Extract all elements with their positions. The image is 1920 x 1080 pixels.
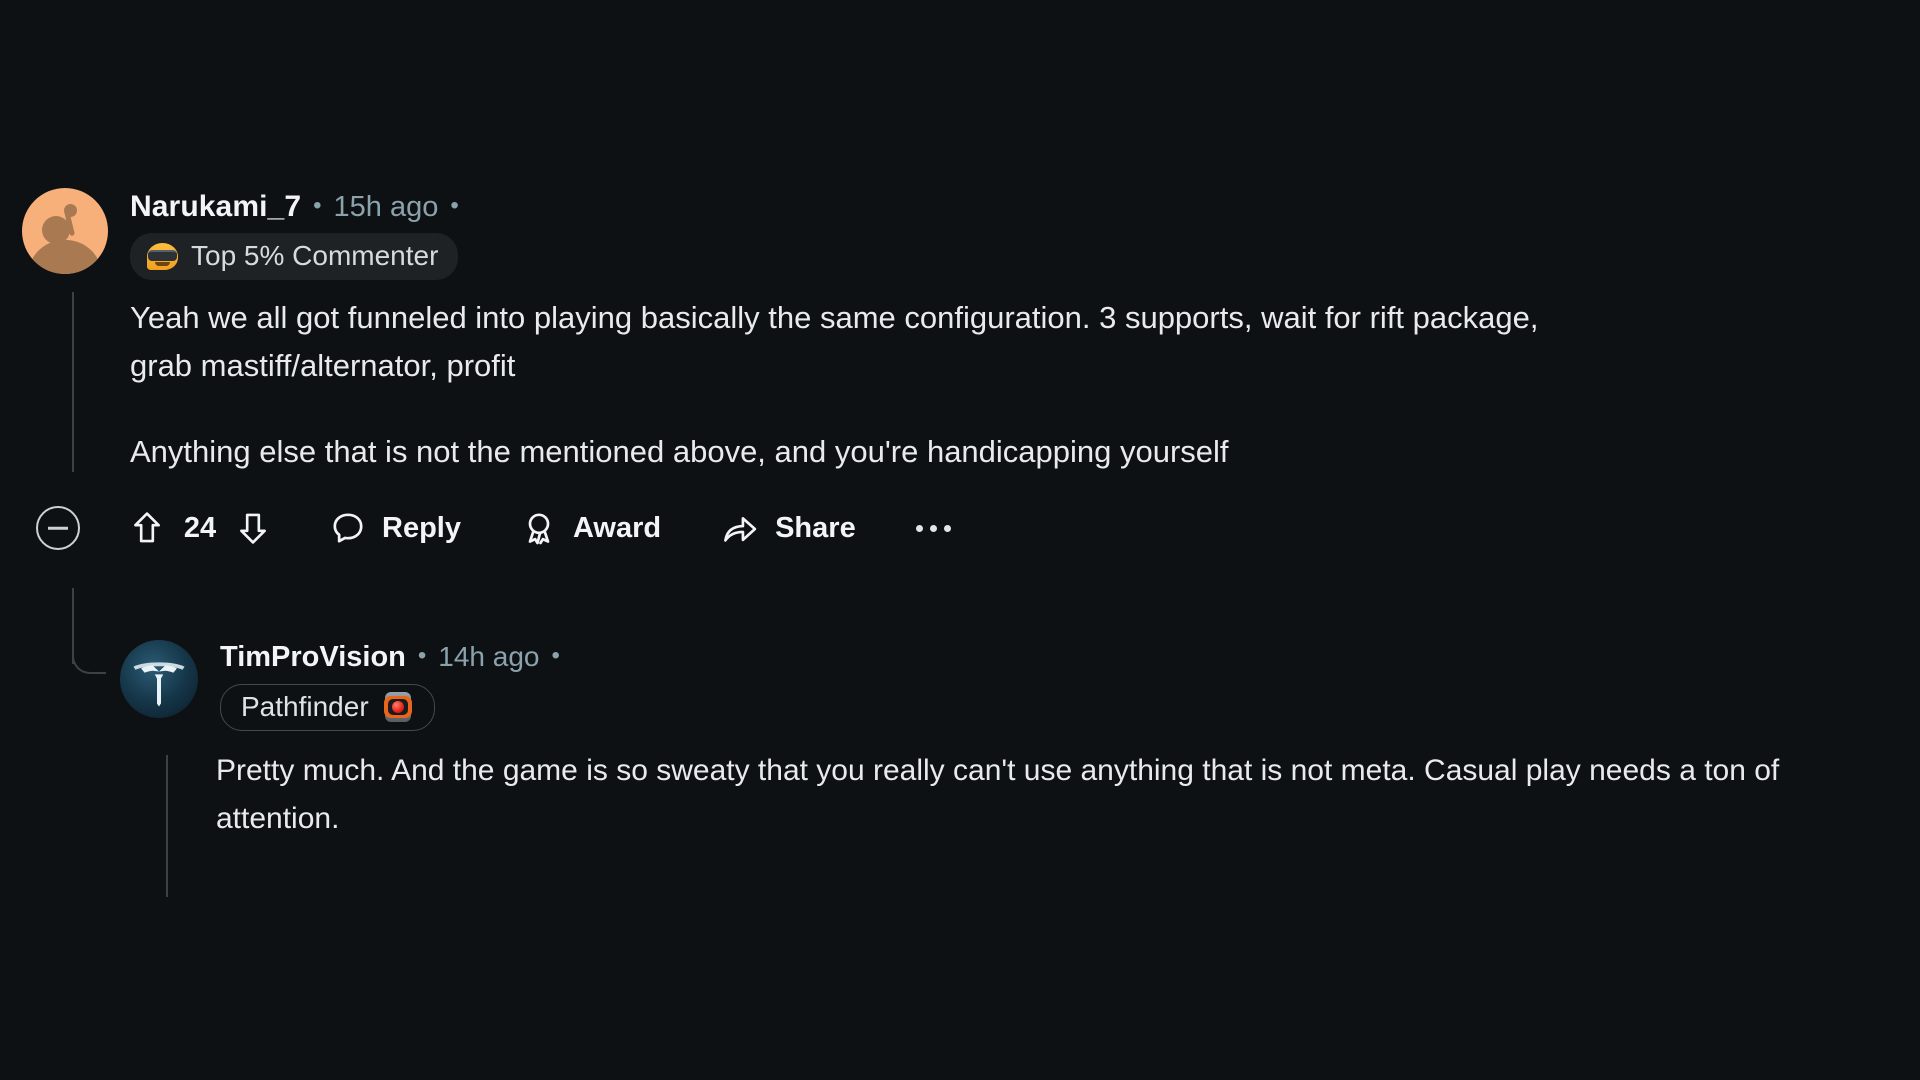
meta-separator-dot: • [417, 642, 427, 669]
reply-paragraph: Pretty much. And the game is so sweaty t… [216, 754, 1780, 835]
vote-group: 24 [130, 510, 270, 546]
snoo-body-shape [28, 240, 102, 274]
comment-paragraph: Yeah we all got funneled into playing ba… [130, 300, 1539, 383]
ellipsis-dot-icon [929, 524, 937, 532]
meta-trailing-dot: • [450, 192, 459, 219]
reply-header: TimProVision • 14h ago • Pathfinder [120, 640, 1900, 731]
comment-timestamp[interactable]: 15h ago [334, 191, 439, 224]
meta-separator-dot: • [313, 192, 322, 219]
upvote-arrow-icon [134, 512, 160, 543]
avatar[interactable] [120, 640, 198, 718]
share-arrow-icon [724, 517, 757, 542]
reply-user-flair-badge[interactable]: Pathfinder [220, 684, 435, 731]
comment-header-column: Narukami_7 • 15h ago • Top 5% Commenter [130, 188, 459, 280]
award-label: Award [572, 511, 662, 544]
reply-user-flair-label: Pathfinder [241, 691, 369, 722]
pathfinder-robot-eye-icon [382, 691, 414, 723]
reply-timestamp[interactable]: 14h ago [438, 641, 539, 673]
comment-meta-line: Narukami_7 • 15h ago • [130, 190, 459, 226]
downvote-arrow-icon [240, 513, 266, 544]
comment-reply: TimProVision • 14h ago • Pathfinder Pret… [120, 640, 1900, 843]
snoo-antenna-bulb-shape [64, 204, 77, 217]
user-flair-label: Top 5% Commenter [191, 240, 439, 271]
award-button[interactable]: Award [521, 510, 661, 546]
sunglasses-face-icon [146, 241, 180, 271]
reply-author-link[interactable]: TimProVision [220, 641, 406, 674]
comment-bubble-icon [333, 513, 363, 543]
collapse-thread-button[interactable] [36, 506, 80, 550]
award-ribbon-icon [528, 513, 550, 545]
ellipsis-dot-icon [943, 524, 951, 532]
comment-author-link[interactable]: Narukami_7 [130, 190, 301, 224]
comment-body: Yeah we all got funneled into playing ba… [130, 294, 1550, 476]
comment-header: Narukami_7 • 15h ago • Top 5% Commenter [22, 188, 1902, 280]
comment-thread-page: Narukami_7 • 15h ago • Top 5% Commenter … [0, 0, 1920, 1080]
reply-body: Pretty much. And the game is so sweaty t… [216, 747, 1900, 843]
vote-count: 24 [183, 511, 217, 544]
reply-meta-line: TimProVision • 14h ago • [220, 641, 560, 677]
ellipsis-dot-icon [915, 524, 923, 532]
more-options-button[interactable] [915, 524, 951, 532]
thread-line-curve-to-reply [72, 640, 106, 674]
share-label: Share [775, 511, 856, 544]
reply-header-column: TimProVision • 14h ago • Pathfinder [220, 640, 560, 731]
reply-button[interactable]: Reply [330, 510, 461, 546]
comment-top-level: Narukami_7 • 15h ago • Top 5% Commenter … [22, 188, 1902, 550]
tesla-emblem-icon [133, 662, 185, 707]
reply-label: Reply [382, 511, 461, 544]
upvote-button[interactable] [130, 510, 164, 546]
meta-trailing-dot: • [551, 642, 560, 669]
share-button[interactable]: Share [721, 510, 856, 546]
comment-paragraph: Anything else that is not the mentioned … [130, 434, 1229, 469]
downvote-button[interactable] [236, 510, 270, 546]
comment-action-bar: 24 Reply Award Share [36, 506, 1902, 550]
user-flair-badge[interactable]: Top 5% Commenter [130, 233, 459, 280]
avatar[interactable] [22, 188, 108, 274]
